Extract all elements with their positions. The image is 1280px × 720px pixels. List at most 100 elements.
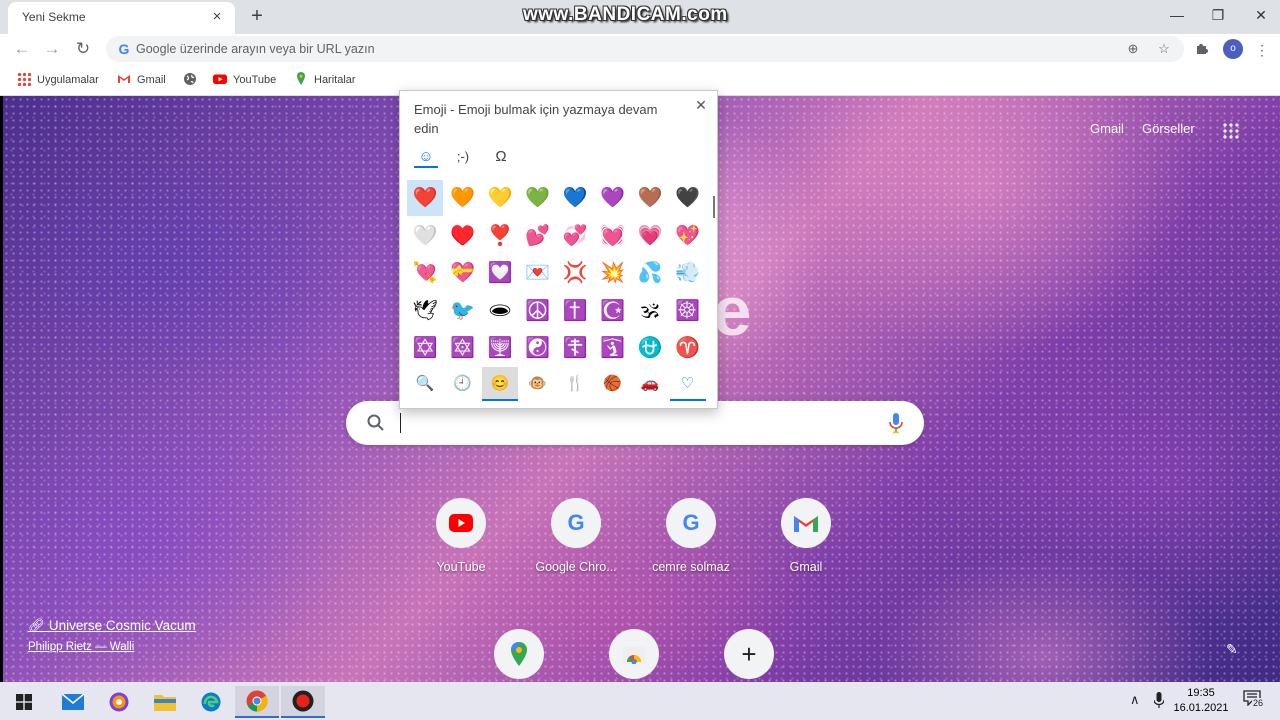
mail-icon[interactable] — [51, 686, 95, 718]
edge-icon[interactable] — [189, 686, 233, 718]
bandicam-icon[interactable] — [281, 686, 325, 718]
category-search-icon[interactable]: 🔍 — [407, 367, 443, 401]
tab-new-tab[interactable]: Yeni Sekme × — [8, 2, 235, 34]
file-explorer-icon[interactable] — [143, 686, 187, 718]
emoji-cell[interactable]: 💓 — [595, 218, 631, 254]
images-link[interactable]: Görseller — [1142, 121, 1195, 136]
microphone-tray-icon[interactable] — [1153, 692, 1165, 711]
category-smileys-icon[interactable]: 😊 — [482, 367, 518, 401]
tab-kaomoji[interactable]: ;-) — [451, 146, 475, 168]
emoji-cell[interactable]: 💗 — [632, 218, 668, 254]
google-apps-icon[interactable] — [1222, 122, 1240, 140]
bookmark-maps[interactable]: Haritalar — [294, 72, 356, 86]
close-window-button[interactable]: ✕ — [1238, 4, 1280, 26]
bookmark-star-icon[interactable]: ☆ — [1155, 40, 1173, 58]
gmail-link[interactable]: Gmail — [1090, 121, 1124, 136]
system-clock[interactable]: 19:35 16.01.2021 — [1170, 686, 1232, 716]
emoji-cell[interactable]: 💞 — [557, 218, 593, 254]
emoji-cell[interactable]: 💢 — [557, 255, 593, 291]
emoji-cell[interactable]: ❣️ — [482, 218, 518, 254]
emoji-scrollbar[interactable] — [713, 196, 715, 218]
customize-pencil-icon[interactable]: ✎ — [1226, 641, 1242, 657]
emoji-cell[interactable]: ♥️ — [445, 218, 481, 254]
shortcut-maps[interactable] — [463, 629, 575, 679]
emoji-cell[interactable]: 🕉 — [632, 293, 668, 329]
tab-symbols[interactable]: Ω — [489, 146, 513, 168]
new-tab-button[interactable]: + — [246, 5, 268, 27]
youtube-icon — [436, 498, 486, 548]
emoji-cell[interactable]: 💦 — [632, 255, 668, 291]
tab-emoji[interactable]: ☺ — [414, 146, 438, 168]
emoji-cell[interactable]: ✝️ — [557, 293, 593, 329]
browser-icon[interactable] — [97, 686, 141, 718]
bookmark-youtube[interactable]: YouTube — [213, 72, 276, 86]
chrome-icon[interactable] — [235, 686, 279, 718]
emoji-cell[interactable]: ☪️ — [595, 293, 631, 329]
emoji-cell[interactable]: 🧡 — [445, 180, 481, 216]
emoji-cell[interactable]: 💛 — [482, 180, 518, 216]
extensions-icon[interactable] — [1192, 40, 1212, 60]
address-bar[interactable]: G Google üzerinde arayın veya bir URL ya… — [106, 36, 1184, 62]
bookmark-gmail[interactable]: Gmail — [117, 72, 166, 86]
emoji-cell[interactable]: ♈ — [670, 330, 706, 366]
emoji-cell[interactable]: 🔯 — [445, 330, 481, 366]
notification-center-icon[interactable]: 26 — [1243, 690, 1265, 709]
category-recent-icon[interactable]: 🕘 — [445, 367, 481, 401]
bookmark-globe[interactable] — [183, 72, 203, 86]
emoji-cell[interactable]: 💚 — [520, 180, 556, 216]
emoji-cell[interactable]: 🕳 — [482, 293, 518, 329]
maximize-button[interactable]: ❐ — [1195, 4, 1241, 26]
emoji-cell[interactable]: 💌 — [520, 255, 556, 291]
forward-icon[interactable]: → — [40, 37, 64, 61]
emoji-cell[interactable]: 💥 — [595, 255, 631, 291]
emoji-cell[interactable]: 🕎 — [482, 330, 518, 366]
category-symbols-icon[interactable]: ♡ — [669, 367, 706, 401]
emoji-cell[interactable]: 💝 — [445, 255, 481, 291]
back-icon[interactable]: ← — [10, 37, 34, 61]
emoji-cell[interactable]: ✡️ — [407, 330, 443, 366]
category-food-icon[interactable]: 🍴 — [557, 367, 593, 401]
emoji-cell[interactable]: 💕 — [520, 218, 556, 254]
emoji-cell[interactable]: ❤️ — [407, 180, 443, 216]
shortcut-cemre-solmaz[interactable]: G cemre solmaz — [635, 498, 747, 574]
emoji-cell[interactable]: 💜 — [595, 180, 631, 216]
start-icon[interactable] — [2, 686, 46, 718]
shortcut-google-chrome[interactable]: G Google Chro... — [520, 498, 632, 574]
minimize-button[interactable]: — — [1154, 4, 1200, 26]
emoji-cell[interactable]: 💨 — [670, 255, 706, 291]
emoji-cell[interactable]: 💘 — [407, 255, 443, 291]
background-author-link[interactable]: Philipp Rietz — Walli — [28, 641, 134, 653]
reload-icon[interactable]: ↻ — [71, 37, 95, 61]
emoji-cell[interactable]: ☯️ — [520, 330, 556, 366]
emoji-cell[interactable]: 💙 — [557, 180, 593, 216]
category-travel-icon[interactable]: 🚗 — [632, 367, 668, 401]
emoji-cell[interactable]: 🤍 — [407, 218, 443, 254]
emoji-cell[interactable]: 🐦 — [445, 293, 481, 329]
emoji-cell[interactable]: ⛎ — [632, 330, 668, 366]
emoji-cell[interactable]: ☦️ — [557, 330, 593, 366]
emoji-cell[interactable]: ☮️ — [520, 293, 556, 329]
category-activities-icon[interactable]: 🏀 — [595, 367, 631, 401]
shortcut-youtube[interactable]: YouTube — [405, 498, 517, 574]
microphone-icon[interactable] — [888, 412, 904, 434]
emoji-cell[interactable]: 🤎 — [632, 180, 668, 216]
bookmark-apps[interactable]: Uygulamalar — [17, 72, 99, 86]
profile-avatar[interactable]: o — [1223, 39, 1243, 59]
tab-close-icon[interactable]: × — [209, 9, 225, 25]
shortcut-web-store[interactable] — [578, 629, 690, 679]
shortcut-gmail[interactable]: Gmail — [750, 498, 862, 574]
emoji-cell[interactable]: 🖤 — [670, 180, 706, 216]
tray-expand-icon[interactable]: ∧ — [1130, 692, 1140, 708]
emoji-cell[interactable]: ☸️ — [670, 293, 706, 329]
add-shortcut-button[interactable]: + — [693, 629, 805, 679]
background-title-link[interactable]: 🔗︎ Universe Cosmic Vacum — [28, 618, 196, 634]
close-icon[interactable]: ✕ — [693, 97, 709, 113]
chrome-web-store-icon — [609, 629, 659, 679]
emoji-cell[interactable]: 🛐 — [595, 330, 631, 366]
emoji-cell[interactable]: 💖 — [670, 218, 706, 254]
emoji-cell[interactable]: 🕊 — [407, 293, 443, 329]
menu-icon[interactable]: ⋮ — [1252, 40, 1272, 60]
zoom-icon[interactable]: ⊕ — [1124, 40, 1142, 58]
category-animals-icon[interactable]: 🐵 — [520, 367, 556, 401]
emoji-cell[interactable]: 💟 — [482, 255, 518, 291]
